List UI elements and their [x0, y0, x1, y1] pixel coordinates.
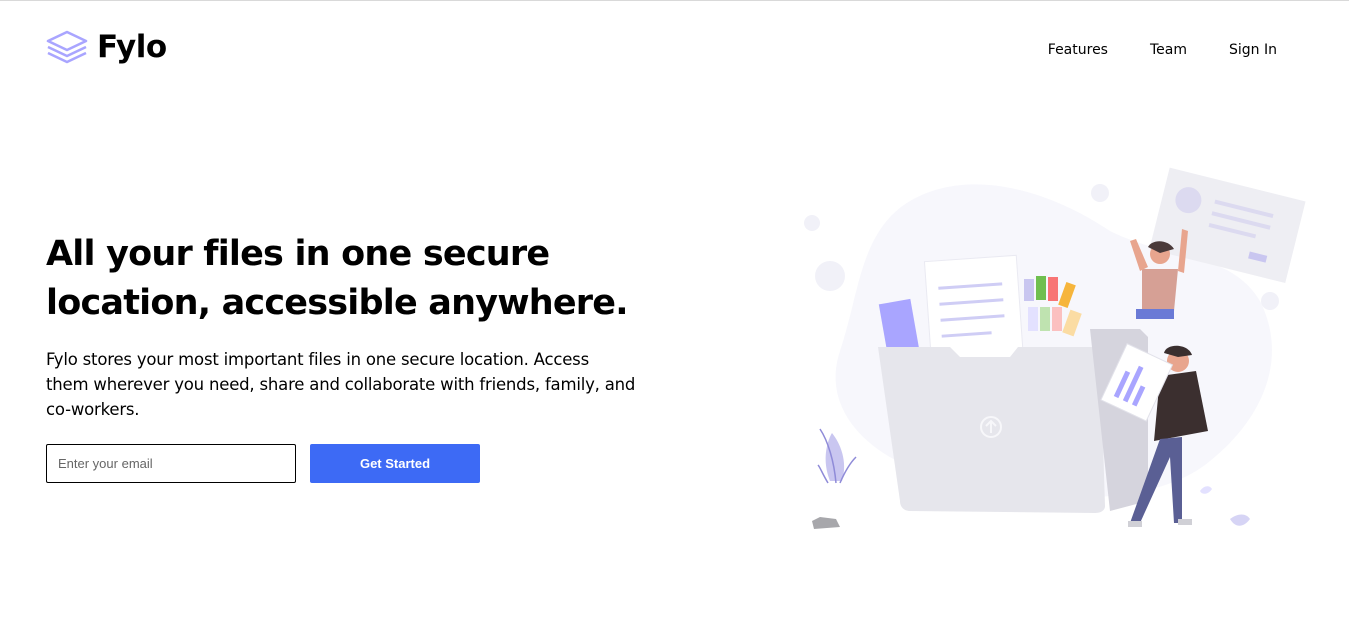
hero-title: All your files in one secure location, a…	[46, 234, 629, 323]
nav-features[interactable]: Features	[1048, 42, 1108, 58]
nav-team[interactable]: Team	[1150, 42, 1187, 58]
stacked-layers-icon	[46, 30, 88, 64]
hero-illustration	[804, 167, 1306, 529]
email-input[interactable]	[46, 444, 296, 483]
brand-logo[interactable]: Fylo	[46, 29, 167, 65]
get-started-button[interactable]: Get Started	[310, 444, 480, 483]
nav-sign-in[interactable]: Sign In	[1229, 42, 1277, 58]
main-nav: Features Team Sign In	[1006, 42, 1277, 58]
hero-description: Fylo stores your most important files in…	[46, 350, 636, 419]
brand-name: Fylo	[97, 28, 167, 65]
